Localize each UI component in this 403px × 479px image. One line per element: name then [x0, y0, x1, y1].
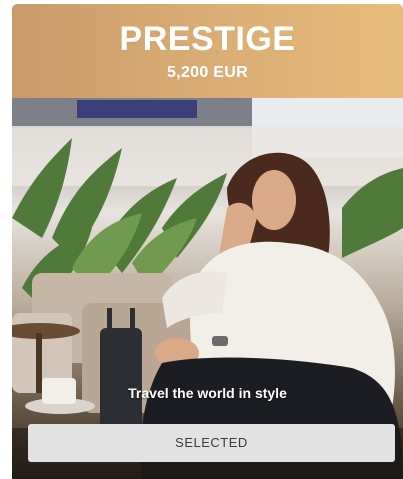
- selected-button[interactable]: SELECTED: [28, 424, 395, 462]
- plan-header: PRESTIGE 5,200 EUR: [12, 4, 403, 98]
- plan-photo: Travel the world in style SELECTED: [12, 98, 403, 479]
- plan-title: PRESTIGE: [119, 20, 296, 58]
- plan-tagline: Travel the world in style: [128, 385, 287, 401]
- plan-card-prestige[interactable]: PRESTIGE 5,200 EUR Travel the world in s…: [12, 4, 403, 479]
- plan-price: 5,200 EUR: [167, 64, 248, 81]
- lounge-scene-illustration: [12, 98, 403, 479]
